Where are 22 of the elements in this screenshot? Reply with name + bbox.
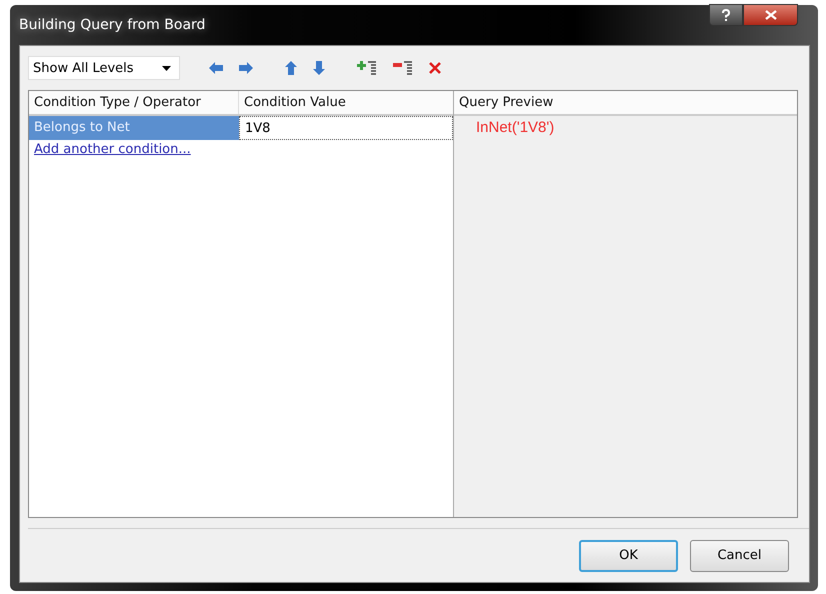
level-dropdown[interactable]: Show All Levels <box>28 56 180 80</box>
dropdown-caret-icon <box>162 66 171 70</box>
question-mark-icon <box>721 9 731 21</box>
column-header: Query Preview <box>458 94 554 112</box>
dialog-button[interactable]: Cancel <box>690 540 789 572</box>
dialog-button[interactable]: OK <box>579 540 678 572</box>
add-row-icon <box>357 60 377 76</box>
left-arrow-icon <box>209 62 223 74</box>
delete-icon <box>429 62 441 74</box>
column-header[interactable]: Condition Type / Operator <box>29 91 239 114</box>
right-arrow-icon <box>239 62 253 74</box>
column-header[interactable]: Condition Value <box>239 91 453 114</box>
add-condition-link[interactable]: Add another condition... <box>29 140 196 159</box>
down-arrow-icon <box>313 61 325 75</box>
close-button[interactable] <box>743 4 798 26</box>
remove-row-icon <box>393 60 413 76</box>
help-button[interactable] <box>709 4 743 26</box>
up-arrow-icon <box>285 61 297 75</box>
query-preview-text: InNet('1V8') <box>475 118 556 138</box>
close-icon <box>764 10 776 20</box>
window-title: Building Query from Board <box>19 17 206 33</box>
table-cell[interactable]: 1V8 <box>239 116 453 140</box>
